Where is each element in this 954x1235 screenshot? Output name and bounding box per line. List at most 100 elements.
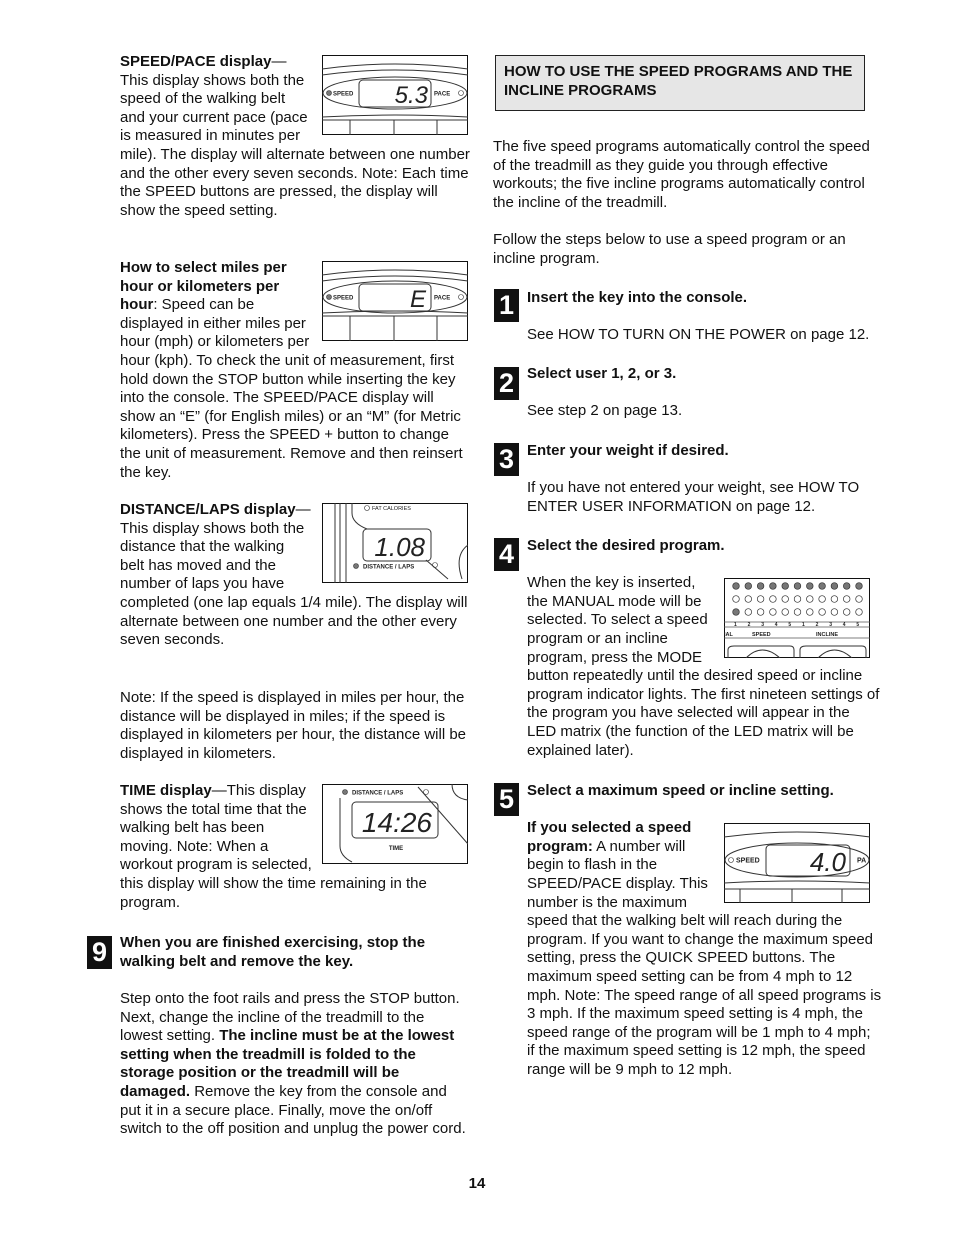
speed-pace-section: SPEED PACE 5.3 SPEED/PACE display—This d…	[120, 53, 470, 220]
speed-program-label: SPEED	[752, 632, 771, 638]
step-title: When you are finished exercising, stop t…	[120, 934, 426, 970]
step-title: Select the desired program.	[527, 537, 725, 554]
led-indicator	[806, 594, 814, 603]
step-body: If you have not entered your weight, see…	[527, 479, 860, 515]
led-indicator	[818, 607, 826, 616]
program-number: 4	[775, 622, 778, 628]
led-indicator	[756, 594, 765, 603]
led-indicator	[830, 607, 839, 616]
section-title: SPEED/PACE display	[120, 53, 272, 70]
step-1: Insert the key into the console. See HOW…	[527, 289, 882, 345]
led-indicator	[732, 607, 740, 616]
led-indicator	[732, 581, 740, 590]
step-title: Enter your weight if desired.	[527, 442, 729, 459]
step-4: Select the desired program. 1 2 3 4 5 1 2 3 4 5 I…	[527, 537, 882, 760]
step-number-5: 5	[494, 783, 519, 816]
led-indicator	[818, 581, 826, 590]
led-indicator	[756, 607, 765, 616]
dash: —	[295, 501, 311, 518]
program-number: 2	[748, 622, 751, 628]
led-indicator	[830, 581, 839, 590]
step-number-1: 1	[494, 289, 519, 322]
step-number-2: 2	[494, 367, 519, 400]
max-speed-value: 4.0	[810, 847, 847, 877]
program-number: 1	[734, 622, 737, 628]
led-indicator	[843, 607, 851, 616]
led-indicator	[744, 581, 752, 590]
unit-value: E	[410, 286, 427, 313]
time-display-figure: DISTANCE / LAPS 14:26 TIME	[322, 784, 468, 864]
units-section: SPEED PACE E How to select miles per hou…	[120, 259, 470, 482]
led-indicator	[806, 607, 814, 616]
page-number: 14	[468, 1175, 486, 1192]
led-indicator	[818, 594, 826, 603]
distance-laps-label: DISTANCE / LAPS	[363, 565, 414, 571]
distance-display-figure: FAT CALORIES 1.08 DISTANCE / LAPS	[322, 503, 468, 583]
max-speed-display-figure: SPEED PA 4.0	[724, 822, 870, 903]
led-matrix-figure: 1 2 3 4 5 1 2 3 4 5 IAL SPEED INCLINE	[724, 577, 870, 658]
program-number: 4	[843, 622, 846, 628]
led-indicator	[855, 581, 863, 590]
step-number-3: 3	[494, 443, 519, 476]
dash: —	[211, 782, 227, 799]
units-display-figure: SPEED PACE E	[322, 261, 468, 341]
program-number: 3	[761, 622, 764, 628]
pace-label: PA	[857, 857, 866, 864]
time-section: DISTANCE / LAPS 14:26 TIME TIME display—…	[120, 782, 470, 912]
incline-program-label: INCLINE	[816, 632, 838, 638]
led-indicator	[744, 607, 752, 616]
speed-label: SPEED	[736, 857, 760, 864]
led-indicator	[830, 594, 839, 603]
step-2: Select user 1, 2, or 3. See step 2 on pa…	[527, 365, 882, 421]
led-indicator	[855, 594, 863, 603]
speed-label: SPEED	[333, 296, 354, 302]
dash: —	[271, 53, 287, 70]
pace-label: PACE	[434, 296, 450, 302]
distance-section: FAT CALORIES 1.08 DISTANCE / LAPS DISTAN…	[120, 501, 470, 650]
led-indicator	[732, 594, 740, 603]
led-indicator	[769, 581, 777, 590]
step-9-title: When you are finished exercising, stop t…	[120, 934, 470, 971]
distance-laps-label: DISTANCE / LAPS	[352, 791, 403, 797]
program-number: 1	[802, 622, 805, 628]
program-number: 3	[829, 622, 832, 628]
led-indicator	[855, 607, 863, 616]
time-label: TIME	[389, 846, 403, 852]
step-number-4: 4	[494, 538, 519, 571]
led-indicator	[769, 607, 777, 616]
follow-text: Follow the steps below to use a speed pr…	[493, 231, 878, 268]
distance-value: 1.08	[374, 532, 425, 562]
manual-page: SPEED PACE 5.3 SPEED/PACE display—This d…	[0, 0, 954, 1235]
section-title: TIME display	[120, 782, 212, 799]
led-indicator	[744, 594, 752, 603]
led-indicator	[806, 581, 814, 590]
manual-label: IAL	[724, 632, 734, 638]
step-title: Insert the key into the console.	[527, 289, 748, 306]
led-indicator	[793, 581, 802, 590]
pace-label: PACE	[434, 92, 450, 98]
led-indicator	[843, 594, 851, 603]
led-indicator	[781, 607, 789, 616]
step-title: Select a maximum speed or incline settin…	[527, 782, 834, 799]
time-value: 14:26	[362, 807, 432, 838]
step-body: See step 2 on page 13.	[527, 402, 683, 420]
step-title: Select user 1, 2, or 3.	[527, 365, 677, 382]
led-indicator	[793, 594, 802, 603]
section-title: DISTANCE/LAPS display	[120, 501, 296, 518]
led-indicator	[793, 607, 802, 616]
step-number-9: 9	[87, 936, 112, 969]
step-5: Select a maximum speed or incline settin…	[527, 782, 882, 1080]
section-heading-box: HOW TO USE THE SPEED PROGRAMS AND THE IN…	[495, 55, 865, 111]
led-indicator	[843, 581, 851, 590]
distance-note: Note: If the speed is displayed in miles…	[120, 689, 470, 763]
note-text: Note: If the speed is displayed in miles…	[120, 689, 467, 762]
led-indicator	[781, 594, 789, 603]
speed-label: SPEED	[333, 92, 354, 98]
intro-paragraph: The five speed programs automatically co…	[493, 138, 870, 211]
step-body: See HOW TO TURN ON THE POWER on page 12.	[527, 326, 870, 344]
step-3: Enter your weight if desired. If you hav…	[527, 442, 882, 516]
intro-text: The five speed programs automatically co…	[493, 138, 878, 212]
program-number: 5	[856, 622, 859, 628]
follow-paragraph: Follow the steps below to use a speed pr…	[493, 231, 846, 267]
fat-calories-label: FAT CALORIES	[372, 506, 411, 512]
